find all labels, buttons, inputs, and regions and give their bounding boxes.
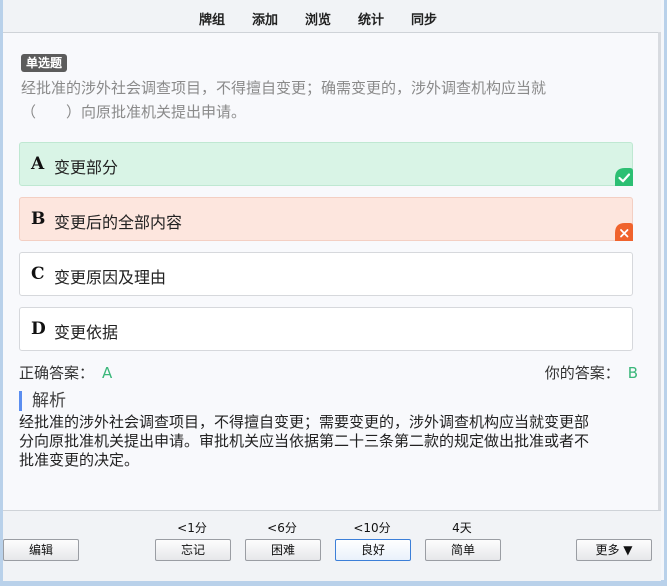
edit-button[interactable]: 编辑 — [3, 539, 79, 561]
tab-decks[interactable]: 牌组 — [199, 9, 225, 28]
option-d[interactable]: D 变更依据 — [19, 307, 633, 351]
analysis-line-2: 分向原批准机关提出申请。审批机关应当依据第二十三条第二款的规定做出批准或者不 — [19, 432, 590, 450]
again-button[interactable]: 忘记 — [155, 539, 231, 561]
easy-button[interactable]: 简单 — [425, 539, 501, 561]
question-type-badge: 单选题 — [21, 54, 68, 72]
tab-add[interactable]: 添加 — [252, 9, 278, 28]
tab-browse[interactable]: 浏览 — [305, 9, 331, 28]
scrollbar-track[interactable] — [658, 32, 661, 510]
analysis-heading: 解析 — [19, 391, 66, 411]
option-b[interactable]: B 变更后的全部内容 — [19, 197, 633, 241]
option-text: 变更原因及理由 — [54, 268, 167, 287]
tab-sync[interactable]: 同步 — [411, 9, 437, 28]
hard-button[interactable]: 困难 — [245, 539, 321, 561]
bottom-answer-bar: 编辑 <1分 <6分 <10分 4天 忘记 困难 良好 简单 更多 ▼ — [3, 510, 661, 581]
your-answer-label: 你的答案： — [544, 364, 620, 382]
question-line-2: （ ）向原批准机关提出申请。 — [21, 103, 247, 121]
cross-icon — [615, 223, 633, 241]
your-answer: 你的答案： B — [545, 362, 638, 383]
checkmark-icon — [615, 168, 633, 186]
analysis-line-3: 批准变更的决定。 — [19, 451, 140, 469]
option-text: 变更部分 — [54, 158, 119, 177]
option-text: 变更后的全部内容 — [54, 213, 183, 232]
tab-stats[interactable]: 统计 — [358, 9, 384, 28]
option-letter: C — [31, 264, 45, 284]
good-button[interactable]: 良好 — [335, 539, 411, 561]
question-line-1: 经批准的涉外社会调查项目，不得擅自变更；确需变更的，涉外调查机构应当就 — [21, 79, 547, 97]
analysis-text: 经批准的涉外社会调查项目，不得擅自变更；需要变更的，涉外调查机构应当就变更部 分… — [19, 413, 643, 470]
option-text: 变更依据 — [54, 323, 119, 342]
interval-good: <10分 — [353, 521, 391, 535]
interval-hard: <6分 — [267, 521, 297, 535]
option-letter: B — [31, 209, 46, 229]
your-answer-value: B — [627, 364, 638, 382]
interval-again: <1分 — [177, 521, 207, 535]
correct-answer-value: A — [102, 364, 113, 382]
option-c[interactable]: C 变更原因及理由 — [19, 252, 633, 296]
top-navigation-bar: 牌组 添加 浏览 统计 同步 — [3, 0, 661, 33]
more-button[interactable]: 更多 ▼ — [576, 539, 652, 561]
option-letter: A — [31, 154, 45, 174]
interval-easy: 4天 — [452, 521, 472, 535]
option-letter: D — [31, 319, 46, 339]
correct-answer-label: 正确答案： — [19, 364, 95, 382]
card-content: 单选题 经批准的涉外社会调查项目，不得擅自变更；确需变更的，涉外调查机构应当就 … — [3, 33, 658, 510]
analysis-line-1: 经批准的涉外社会调查项目，不得擅自变更；需要变更的，涉外调查机构应当就变更部 — [19, 413, 590, 431]
question-text: 经批准的涉外社会调查项目，不得擅自变更；确需变更的，涉外调查机构应当就 （ ）向… — [21, 76, 621, 124]
option-a[interactable]: A 变更部分 — [19, 142, 633, 186]
correct-answer: 正确答案： A — [19, 362, 112, 383]
